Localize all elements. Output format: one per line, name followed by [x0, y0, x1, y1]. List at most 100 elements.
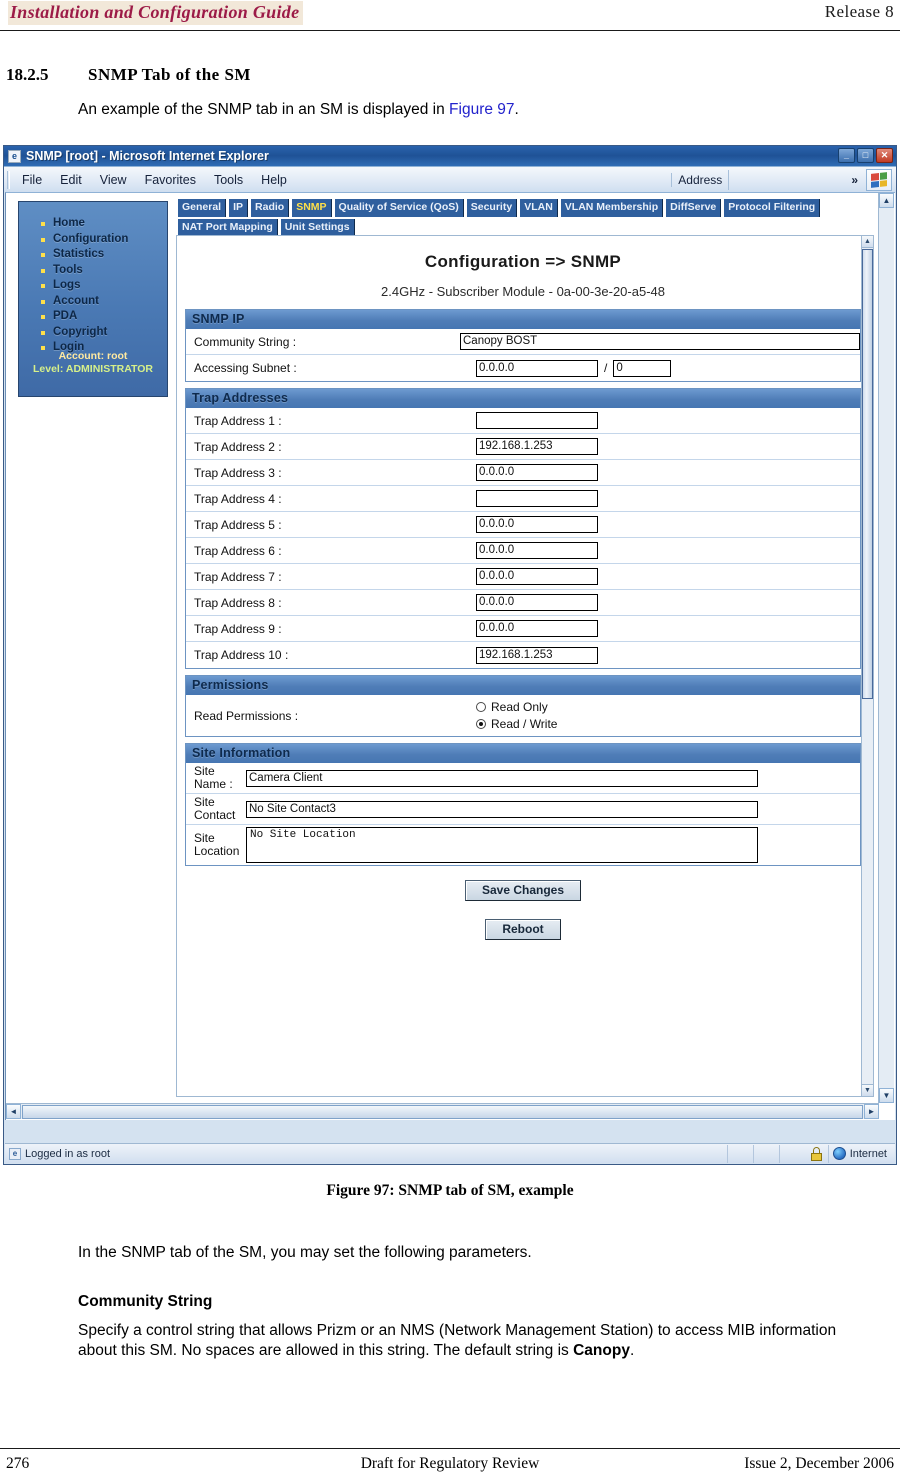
sidebar-item-tools[interactable]: Tools: [41, 263, 167, 279]
field-row-trap-7: Trap Address 7 : 0.0.0.0: [186, 564, 860, 590]
close-button[interactable]: ✕: [876, 148, 893, 163]
frame-scroll-thumb[interactable]: [862, 249, 873, 699]
trap-address-10-input[interactable]: 192.168.1.253: [476, 646, 598, 664]
trap-address-6-input[interactable]: 0.0.0.0: [476, 542, 598, 559]
viewport-horizontal-scrollbar[interactable]: ◄ ►: [6, 1103, 879, 1119]
tab-radio[interactable]: Radio: [251, 199, 290, 217]
address-input[interactable]: [728, 170, 843, 190]
figure-link[interactable]: Figure 97: [449, 101, 514, 118]
status-security-zone[interactable]: Internet: [827, 1144, 895, 1163]
tab-qos[interactable]: Quality of Service (QoS): [334, 199, 464, 217]
intro-text-after: .: [514, 101, 519, 118]
section-permissions: Permissions Read Permissions : Read Only: [185, 675, 861, 737]
trap-address-9-input[interactable]: 0.0.0.0: [476, 620, 598, 637]
section-site-information: Site Information Site Name : Camera Clie…: [185, 743, 861, 866]
lock-body: [810, 1152, 822, 1161]
menubar-grip[interactable]: [7, 170, 10, 189]
radio-read-only[interactable]: Read Only: [476, 700, 557, 714]
label-trap-address-8: Trap Address 8 :: [194, 595, 282, 610]
chevron-overflow-icon[interactable]: »: [843, 173, 866, 187]
browser-viewport: Home Configuration Statistics Tools Logs…: [5, 192, 895, 1120]
trap-address-1-input[interactable]: [476, 412, 598, 429]
scroll-down-icon[interactable]: ▼: [879, 1088, 894, 1103]
sidebar-item-home[interactable]: Home: [41, 216, 167, 232]
tab-general[interactable]: General: [178, 199, 227, 217]
tab-vlan[interactable]: VLAN: [520, 199, 558, 217]
radio-read-write[interactable]: Read / Write: [476, 717, 557, 731]
browser-window: e SNMP [root] - Microsoft Internet Explo…: [3, 145, 897, 1165]
scroll-right-icon[interactable]: ►: [864, 1104, 879, 1119]
reboot-button[interactable]: Reboot: [485, 919, 561, 940]
trap-address-7-input[interactable]: 0.0.0.0: [476, 568, 598, 585]
status-cell-3: [778, 1144, 805, 1163]
tab-ip[interactable]: IP: [229, 199, 249, 217]
menu-view[interactable]: View: [91, 171, 136, 189]
menu-tools[interactable]: Tools: [205, 171, 252, 189]
accessing-subnet-mask-input[interactable]: 0: [613, 359, 672, 377]
sidebar-item-logs[interactable]: Logs: [41, 278, 167, 294]
trap-address-4-input[interactable]: [476, 490, 598, 507]
site-name-input[interactable]: Camera Client: [246, 769, 758, 787]
status-cell-2: [752, 1144, 779, 1163]
status-cell-1: [726, 1144, 753, 1163]
trap-address-8-input[interactable]: 0.0.0.0: [476, 594, 598, 611]
site-location-textarea[interactable]: No Site Location: [246, 827, 758, 863]
tab-vlan-membership[interactable]: VLAN Membership: [560, 199, 664, 217]
tab-diffserve[interactable]: DiffServe: [666, 199, 722, 217]
label-trap-address-7: Trap Address 7 :: [194, 569, 282, 584]
scroll-left-icon[interactable]: ◄: [6, 1104, 21, 1119]
status-cells: Internet: [726, 1144, 895, 1163]
sidebar-item-copyright[interactable]: Copyright: [41, 325, 167, 341]
trap-address-3-input[interactable]: 0.0.0.0: [476, 464, 598, 481]
menu-favorites[interactable]: Favorites: [136, 171, 205, 189]
site-contact-input[interactable]: No Site Contact3: [246, 800, 758, 818]
frame-scroll-up-icon[interactable]: ▲: [862, 236, 873, 248]
radio-read-write-indicator: [476, 719, 486, 729]
radio-read-only-indicator: [476, 702, 486, 712]
sidebar-item-configuration[interactable]: Configuration: [41, 232, 167, 248]
sidebar-item-account[interactable]: Account: [41, 294, 167, 310]
body-paragraph-2-bold: Canopy: [573, 1342, 630, 1359]
field-row-trap-10: Trap Address 10 : 192.168.1.253: [186, 642, 860, 668]
label-site-location: Site Location: [186, 832, 246, 858]
horizontal-scroll-thumb[interactable]: [22, 1104, 863, 1119]
menu-help[interactable]: Help: [252, 171, 296, 189]
field-row-trap-2: Trap Address 2 : 192.168.1.253: [186, 434, 860, 460]
radio-read-only-label: Read Only: [491, 700, 548, 714]
body-paragraph-1: In the SNMP tab of the SM, you may set t…: [78, 1244, 532, 1261]
section-heading-trap-addresses: Trap Addresses: [186, 389, 860, 408]
windows-flag-icon[interactable]: [866, 169, 892, 191]
maximize-button[interactable]: □: [857, 148, 874, 163]
sidebar-item-pda[interactable]: PDA: [41, 309, 167, 325]
community-string-input[interactable]: Canopy BOST: [460, 333, 860, 350]
canopy-content-frame: Configuration => SNMP 2.4GHz - Subscribe…: [176, 235, 870, 1097]
scroll-up-icon[interactable]: ▲: [879, 193, 894, 208]
content-frame-scrollbar[interactable]: ▲ ▼: [861, 235, 874, 1097]
run-in-heading-community-string: Community String: [78, 1293, 213, 1310]
footer-divider: [0, 1448, 900, 1449]
section-heading-permissions: Permissions: [186, 676, 860, 695]
tab-security[interactable]: Security: [466, 199, 518, 217]
document-footer: 276 Draft for Regulatory Review Issue 2,…: [0, 1448, 900, 1478]
trap-address-2-input[interactable]: 192.168.1.253: [476, 438, 598, 455]
section-number: 18.2.5: [6, 65, 49, 84]
menu-edit[interactable]: Edit: [51, 171, 91, 189]
accessing-subnet-input[interactable]: 0.0.0.0: [476, 359, 598, 377]
canopy-sidebar: Home Configuration Statistics Tools Logs…: [18, 201, 168, 397]
minimize-button[interactable]: _: [838, 148, 855, 163]
save-changes-button[interactable]: Save Changes: [464, 880, 582, 901]
footer-issue-text: Issue 2, December 2006: [744, 1455, 894, 1472]
label-site-location-line2: Location: [194, 844, 240, 858]
tab-protocol-filtering[interactable]: Protocol Filtering: [724, 199, 821, 217]
address-bar-area: Address »: [671, 169, 892, 191]
address-label: Address: [671, 173, 728, 187]
trap-address-5-input[interactable]: 0.0.0.0: [476, 516, 598, 533]
sidebar-item-statistics[interactable]: Statistics: [41, 247, 167, 263]
tab-snmp[interactable]: SNMP: [292, 199, 332, 217]
viewport-vertical-scrollbar[interactable]: ▲ ▼: [878, 193, 894, 1103]
canopy-tabstrip: General IP Radio SNMP Quality of Service…: [178, 199, 868, 237]
browser-window-title: SNMP [root] - Microsoft Internet Explore…: [26, 149, 269, 163]
menu-file[interactable]: File: [13, 171, 51, 189]
lock-icon: [810, 1146, 823, 1161]
frame-scroll-down-icon[interactable]: ▼: [862, 1084, 873, 1096]
